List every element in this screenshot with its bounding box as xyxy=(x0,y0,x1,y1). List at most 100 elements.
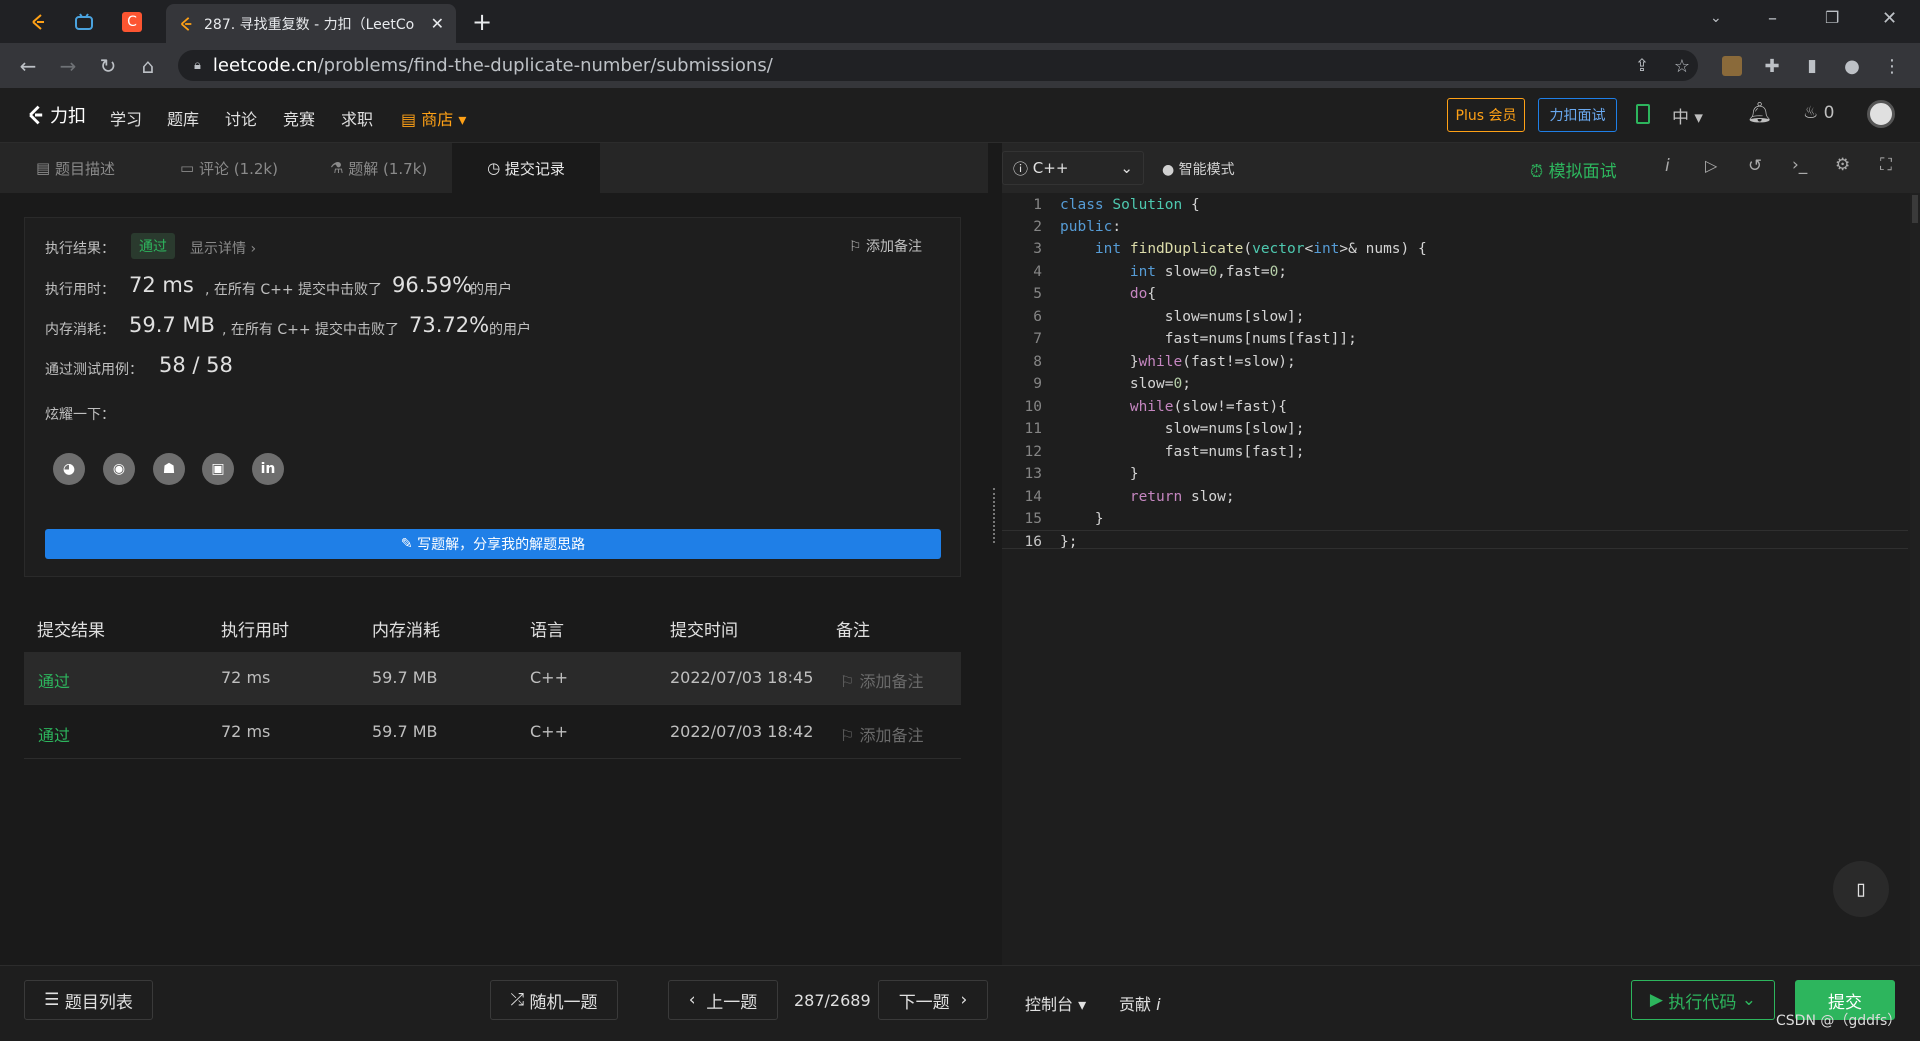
tab-search-chevron-icon[interactable]: ⌄ xyxy=(1710,10,1722,26)
table-row[interactable]: 通过 72 ms 59.7 MB C++ 2022/07/03 18:42 ⚐ … xyxy=(24,706,961,759)
user-avatar[interactable] xyxy=(1867,100,1895,128)
extension-avatar-icon[interactable] xyxy=(1718,52,1746,80)
restore-window-icon[interactable]: ❐ xyxy=(1825,8,1839,27)
extensions-puzzle-icon[interactable]: ✚ xyxy=(1758,52,1786,80)
bookmark-star-icon[interactable]: ☆ xyxy=(1668,52,1696,80)
nav-contest[interactable]: 竞赛 xyxy=(283,106,315,130)
address-bar[interactable]: 🔒︎ leetcode.cn/problems/find-the-duplica… xyxy=(178,50,1698,81)
nav-shop[interactable]: ▤ 商店 ▾ xyxy=(401,106,466,130)
line-number: 15 xyxy=(1024,511,1042,527)
submissions-panel: 执行结果： 通过 显示详情 › ⚐ 添加备注 执行用时： 72 ms , 在所有… xyxy=(0,193,988,965)
reload-icon[interactable]: ↻ xyxy=(94,52,122,80)
pinned-tab-csdn-icon[interactable]: C xyxy=(112,7,152,37)
prev-problem-button[interactable]: ‹ 上一题 xyxy=(668,980,778,1020)
close-tab-icon[interactable]: ✕ xyxy=(431,14,444,33)
tab-comments[interactable]: ▭ 评论 (1.2k) xyxy=(180,143,278,193)
profile-icon[interactable]: ● xyxy=(1838,52,1866,80)
tab-solutions[interactable]: ⚗ 题解 (1.7k) xyxy=(330,143,427,193)
run-code-label: 执行代码 xyxy=(1668,992,1737,1013)
browser-toolbar: ← → ↻ ⌂ 🔒︎ leetcode.cn/problems/find-the… xyxy=(0,43,1920,88)
runtime-desc: , 在所有 C++ 提交中击败了 xyxy=(205,282,383,298)
console-label: 控制台 xyxy=(1025,995,1074,1014)
nav-jobs[interactable]: 求职 xyxy=(341,106,373,130)
wechat-share-icon[interactable]: ◕ xyxy=(53,453,85,485)
run-code-button[interactable]: ▶ 执行代码 ⌄ xyxy=(1631,980,1775,1020)
language-switch[interactable]: 中 ▾ xyxy=(1672,103,1703,128)
row-status[interactable]: 通过 xyxy=(38,722,70,746)
row-memory: 59.7 MB xyxy=(372,722,438,741)
reset-code-icon[interactable]: ↺ xyxy=(1748,156,1762,176)
problem-progress: 287/2689 xyxy=(794,991,871,1010)
settings-gear-icon[interactable]: ⚙ xyxy=(1835,155,1850,175)
fullscreen-icon[interactable]: ⛶ xyxy=(1880,155,1892,175)
leetcode-favicon-icon xyxy=(180,16,192,31)
row-add-note[interactable]: ⚐ 添加备注 xyxy=(840,722,923,746)
terminal-icon[interactable]: ›_ xyxy=(1792,155,1807,175)
info-icon[interactable]: i xyxy=(1665,156,1670,176)
streak-count: 0 xyxy=(1823,103,1835,123)
comment-tab-icon: ▭ xyxy=(180,159,199,177)
minimize-window-icon[interactable]: – xyxy=(1768,8,1777,29)
pinned-tab-bilibili-icon[interactable] xyxy=(64,7,104,37)
douban-share-icon[interactable]: ▣ xyxy=(202,453,234,485)
line-number: 7 xyxy=(1033,331,1042,347)
browser-menu-icon[interactable]: ⋮ xyxy=(1878,52,1906,80)
nav-problems[interactable]: 题库 xyxy=(167,106,199,130)
runtime-label: 执行用时： xyxy=(45,282,115,298)
row-status[interactable]: 通过 xyxy=(38,668,70,692)
drag-dots-icon xyxy=(993,488,996,543)
table-row[interactable]: 通过 72 ms 59.7 MB C++ 2022/07/03 18:45 ⚐ … xyxy=(24,652,961,705)
new-tab-icon[interactable]: + xyxy=(472,8,492,36)
memory-desc: , 在所有 C++ 提交中击败了 xyxy=(222,322,400,338)
code-line: return slow; xyxy=(1129,489,1235,505)
share-page-icon[interactable]: ⇪ xyxy=(1628,52,1656,80)
qq-share-icon[interactable]: ☗ xyxy=(153,453,185,485)
line-number: 6 xyxy=(1033,309,1042,325)
forward-icon[interactable]: → xyxy=(54,52,82,80)
pinned-tab-leetcode-icon[interactable] xyxy=(18,7,58,37)
next-problem-button[interactable]: 下一题 › xyxy=(878,980,988,1020)
row-add-note[interactable]: ⚐ 添加备注 xyxy=(840,668,923,692)
show-details-link[interactable]: 显示详情 › xyxy=(190,238,256,258)
contribute-button[interactable]: 贡献 i xyxy=(1119,991,1161,1015)
browser-tab-bar: C 287. 寻找重复数 - 力扣（LeetCo ✕ + ⌄ – ❐ ✕ xyxy=(0,0,1920,43)
memory-value: 59.7 MB xyxy=(129,313,215,337)
home-icon[interactable]: ⌂ xyxy=(134,52,162,80)
panel-resize-handle[interactable] xyxy=(988,143,1002,965)
problem-list-button[interactable]: ☰ 题目列表 xyxy=(24,980,153,1020)
code-line: do{ xyxy=(1129,286,1157,302)
language-select[interactable]: ⓘ C++ ⌄ xyxy=(1002,151,1144,185)
add-note-button[interactable]: ⚐ 添加备注 xyxy=(849,236,922,256)
side-panel-icon[interactable]: ▮ xyxy=(1798,52,1826,80)
weibo-share-icon[interactable]: ◉ xyxy=(103,453,135,485)
line-number: 5 xyxy=(1033,286,1042,302)
close-window-icon[interactable]: ✕ xyxy=(1882,8,1897,29)
site-logo[interactable]: 力扣 xyxy=(24,102,86,128)
run-triangle-icon[interactable]: ▷ xyxy=(1705,156,1717,175)
interview-button[interactable]: 力扣面试 xyxy=(1538,98,1617,132)
write-solution-button[interactable]: ✎ 写题解，分享我的解题思路 xyxy=(45,529,941,559)
smart-mode-toggle[interactable]: ● 智能模式 xyxy=(1162,159,1235,179)
plus-membership-button[interactable]: Plus 会员 xyxy=(1447,98,1525,132)
back-icon[interactable]: ← xyxy=(14,52,42,80)
tab-description[interactable]: ▤ 题目描述 xyxy=(36,143,115,193)
mobile-app-icon[interactable] xyxy=(1636,104,1650,124)
streak-counter[interactable]: ♨ 0 xyxy=(1803,103,1834,123)
nav-discuss[interactable]: 讨论 xyxy=(225,106,257,130)
tab-submissions[interactable]: ◷ 提交记录 xyxy=(452,143,600,193)
console-toggle[interactable]: 控制台 ▾ xyxy=(1025,991,1086,1015)
active-browser-tab[interactable]: 287. 寻找重复数 - 力扣（LeetCo ✕ xyxy=(166,4,456,43)
mock-interview-button[interactable]: ⏰︎ 模拟面试 xyxy=(1530,157,1617,182)
notebook-icon[interactable]: ▯ xyxy=(1833,861,1889,917)
editor-scrollbar[interactable] xyxy=(1910,193,1920,965)
notification-bell-icon[interactable]: 🔔︎ xyxy=(1747,100,1772,124)
status-label: 执行结果： xyxy=(45,241,115,257)
scrollbar-thumb[interactable] xyxy=(1912,195,1918,223)
line-number: 9 xyxy=(1033,376,1042,392)
linkedin-share-icon[interactable]: in xyxy=(252,453,284,485)
random-problem-button[interactable]: ⤮ 随机一题 xyxy=(490,980,618,1020)
code-editor[interactable]: 1 2 3 4 5 6 7 8 9 10 11 12 13 14 15 16 c… xyxy=(1002,193,1920,965)
col-header-memory: 内存消耗 xyxy=(372,621,440,641)
shop-label: 商店 xyxy=(421,110,454,129)
nav-learn[interactable]: 学习 xyxy=(110,106,142,130)
